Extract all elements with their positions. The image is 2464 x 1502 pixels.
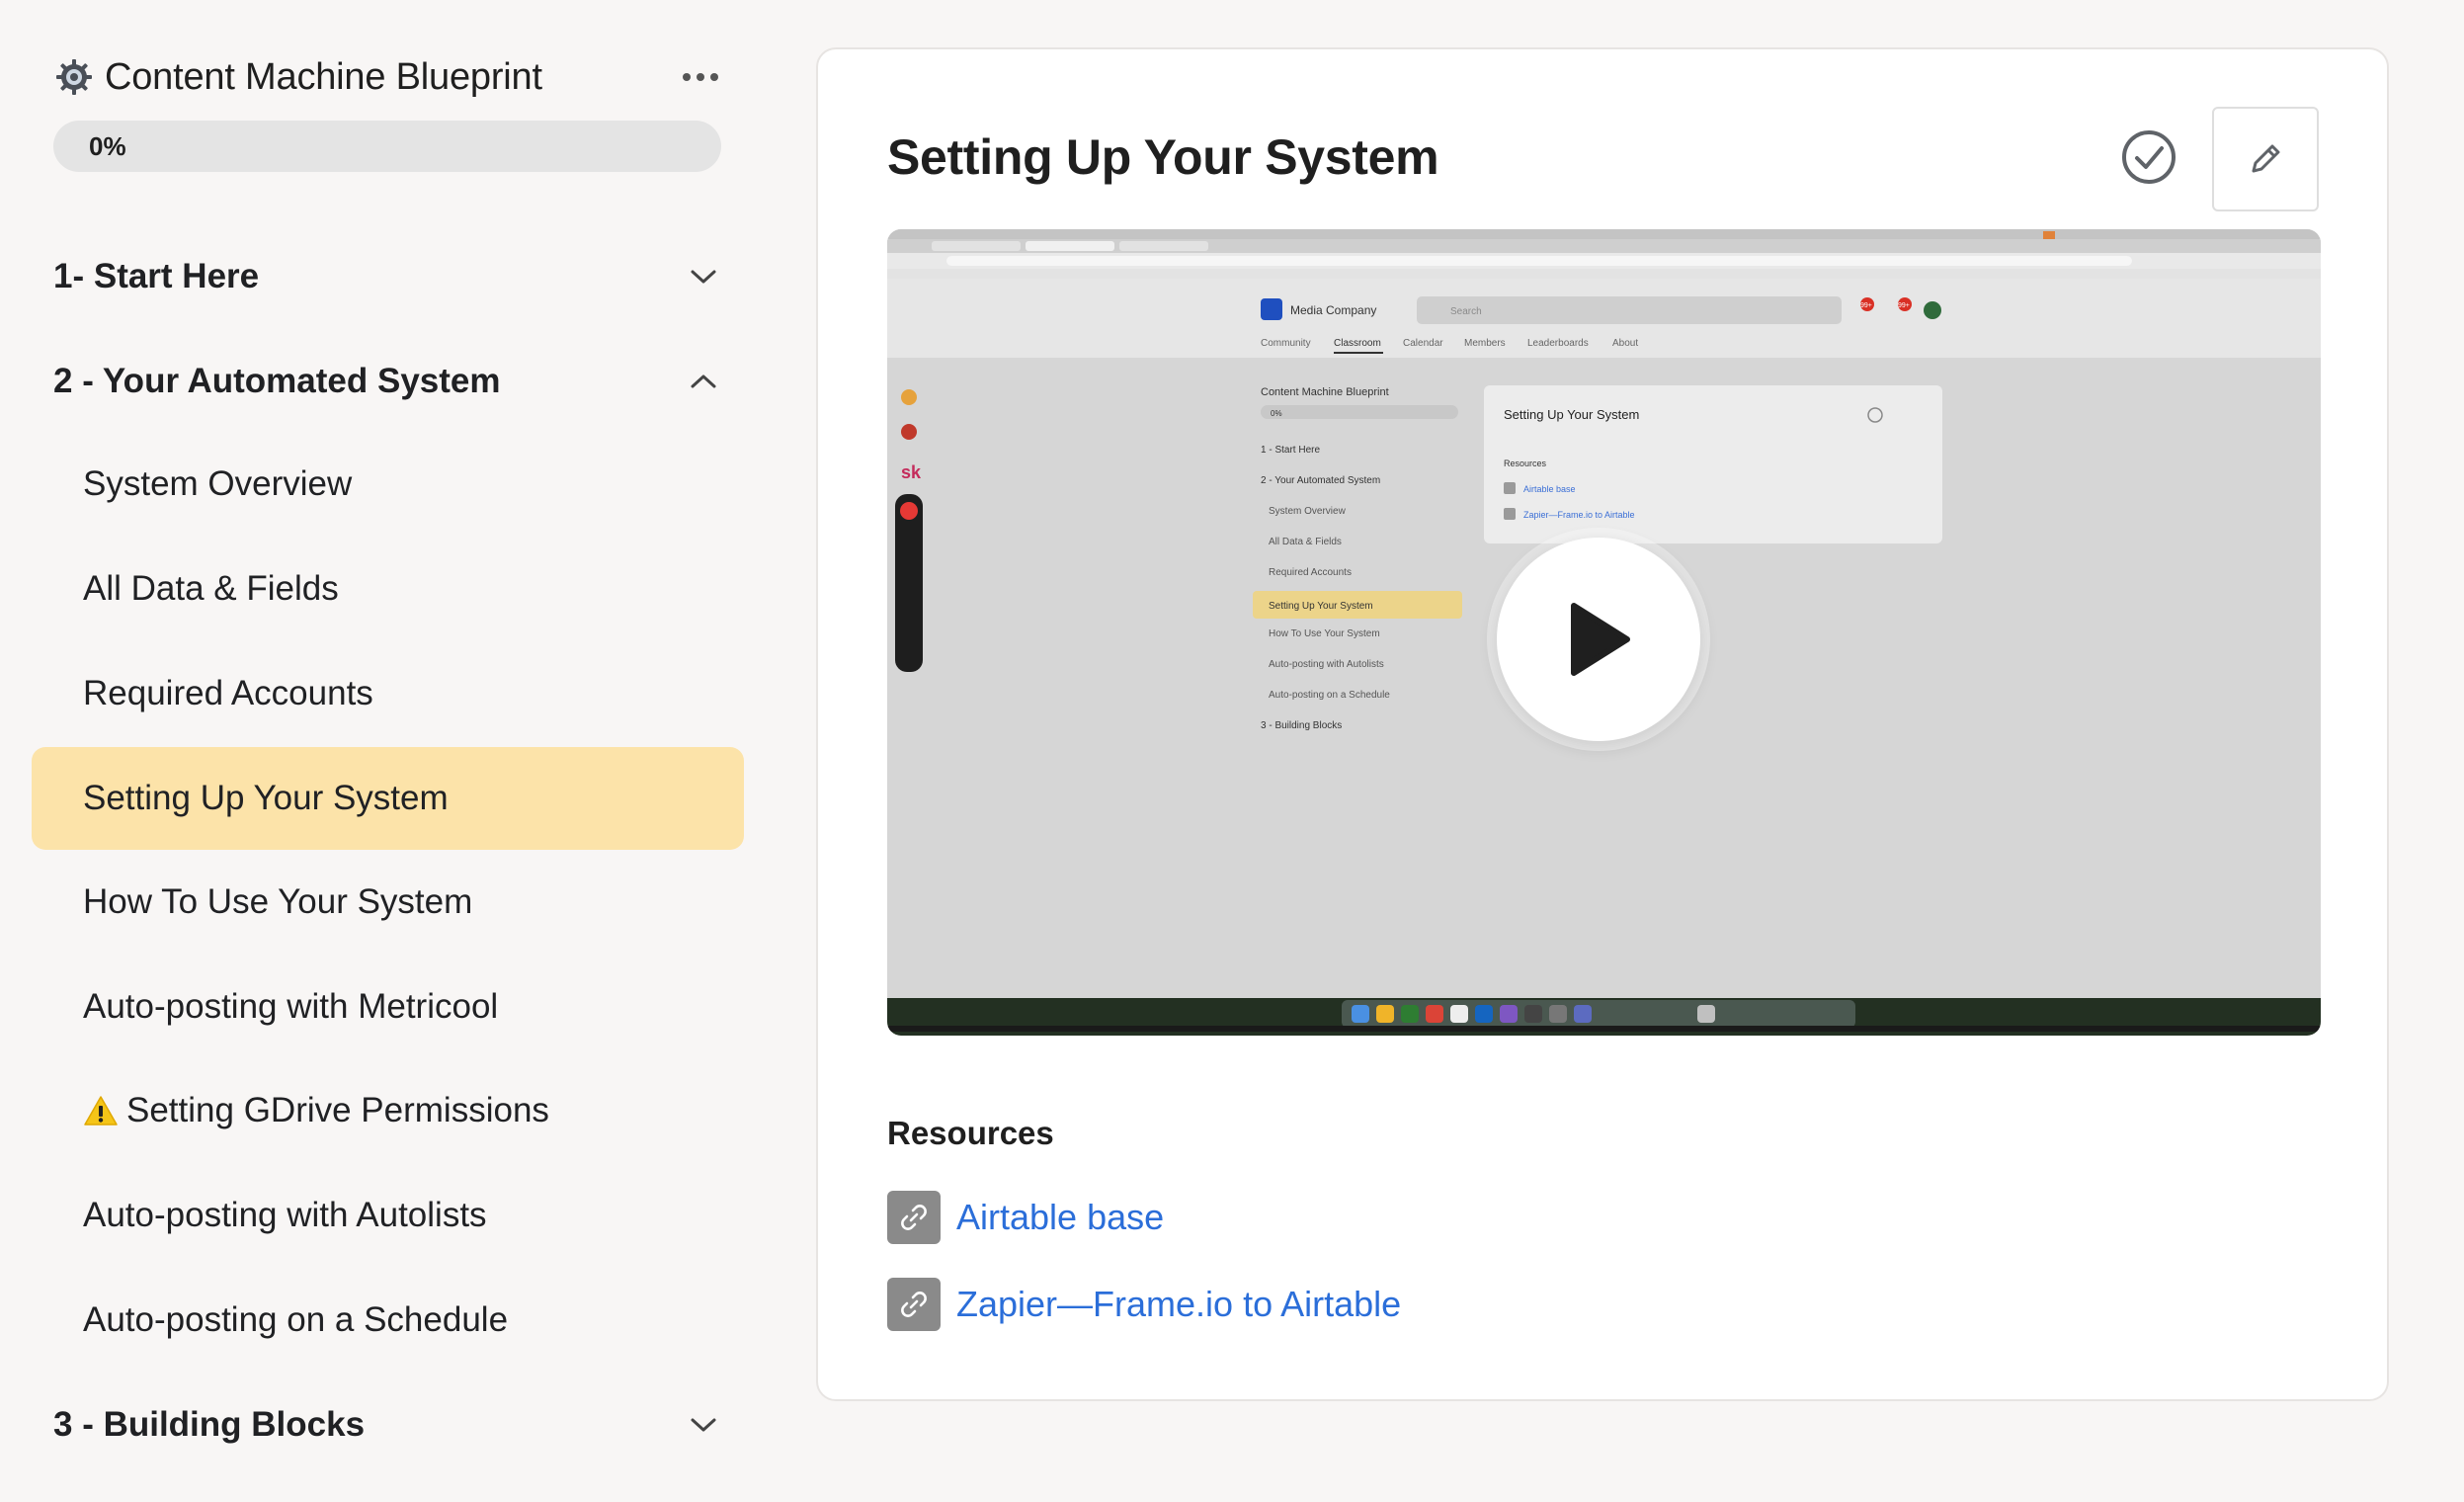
svg-text:How To Use Your System: How To Use Your System bbox=[1269, 628, 1380, 639]
module-title: 1- Start Here bbox=[53, 257, 260, 295]
svg-text:sk: sk bbox=[901, 462, 922, 482]
pencil-icon bbox=[2252, 144, 2280, 173]
lesson-label: Setting Up Your System bbox=[83, 779, 449, 817]
svg-text:Content Machine Blueprint: Content Machine Blueprint bbox=[1261, 386, 1389, 398]
svg-text:Setting Up Your System: Setting Up Your System bbox=[1269, 601, 1373, 612]
svg-text:Resources: Resources bbox=[1504, 459, 1547, 468]
svg-text:Required Accounts: Required Accounts bbox=[1269, 567, 1352, 578]
module-building-blocks[interactable]: 3 - Building Blocks bbox=[53, 1390, 721, 1460]
lesson-system-overview[interactable]: System Overview bbox=[32, 433, 744, 536]
svg-text:Zapier—Frame.io to Airtable: Zapier—Frame.io to Airtable bbox=[1523, 510, 1635, 520]
resource-link[interactable]: Airtable base bbox=[956, 1197, 1164, 1238]
course-title: Content Machine Blueprint bbox=[105, 55, 542, 98]
course-header: Content Machine Blueprint bbox=[53, 49, 725, 105]
svg-text:Search: Search bbox=[1450, 306, 1482, 317]
progress-label: 0% bbox=[89, 131, 126, 161]
svg-text:About: About bbox=[1612, 338, 1638, 349]
lesson-title: Setting Up Your System bbox=[887, 129, 1439, 185]
svg-text:3 - Building Blocks: 3 - Building Blocks bbox=[1261, 720, 1342, 731]
gear-badge-icon bbox=[53, 56, 95, 98]
svg-text:Calendar: Calendar bbox=[1403, 338, 1443, 349]
svg-text:99+: 99+ bbox=[1860, 302, 1872, 309]
lesson-label: Auto-posting with Metricool bbox=[83, 987, 499, 1026]
lesson-label: Auto-posting with Autolists bbox=[83, 1196, 487, 1234]
svg-text:99+: 99+ bbox=[1898, 302, 1910, 309]
course-sidebar: Content Machine Blueprint 0% 1- Start He… bbox=[0, 0, 771, 1502]
svg-text:Setting Up Your System: Setting Up Your System bbox=[1504, 407, 1639, 422]
resource-zapier-frameio-airtable[interactable]: Zapier—Frame.io to Airtable bbox=[887, 1277, 1401, 1332]
lesson-label: System Overview bbox=[83, 464, 353, 503]
link-icon bbox=[887, 1278, 941, 1331]
chevron-up-icon[interactable] bbox=[686, 364, 721, 399]
svg-text:Auto-posting with Autolists: Auto-posting with Autolists bbox=[1269, 659, 1384, 670]
svg-text:Leaderboards: Leaderboards bbox=[1527, 338, 1589, 349]
mark-complete-button[interactable] bbox=[2120, 128, 2177, 186]
module-your-automated-system[interactable]: 2 - Your Automated System bbox=[53, 347, 721, 416]
warning-icon bbox=[83, 1095, 119, 1126]
resources-heading: Resources bbox=[887, 1115, 1054, 1151]
lesson-label: Setting GDrive Permissions bbox=[126, 1091, 549, 1129]
check-circle-icon bbox=[2122, 130, 2176, 184]
edit-button[interactable] bbox=[2212, 107, 2319, 211]
lesson-auto-posting-metricool[interactable]: Auto-posting with Metricool bbox=[32, 956, 744, 1058]
svg-text:Community: Community bbox=[1261, 338, 1311, 349]
svg-text:1 - Start Here: 1 - Start Here bbox=[1261, 445, 1320, 456]
svg-text:Auto-posting on a Schedule: Auto-posting on a Schedule bbox=[1269, 690, 1390, 701]
chevron-down-icon[interactable] bbox=[686, 259, 721, 294]
resource-link[interactable]: Zapier—Frame.io to Airtable bbox=[956, 1284, 1401, 1325]
svg-text:0%: 0% bbox=[1271, 409, 1282, 418]
video-player[interactable]: Media Company Search 99+ 99+ Community C… bbox=[887, 229, 2321, 1036]
module-start-here[interactable]: 1- Start Here bbox=[53, 242, 721, 311]
svg-text:All Data & Fields: All Data & Fields bbox=[1269, 537, 1342, 547]
svg-text:2 - Your Automated System: 2 - Your Automated System bbox=[1261, 475, 1380, 486]
lesson-how-to-use-your-system[interactable]: How To Use Your System bbox=[32, 851, 744, 954]
lesson-required-accounts[interactable]: Required Accounts bbox=[32, 642, 744, 745]
svg-text:Classroom: Classroom bbox=[1334, 338, 1381, 349]
lesson-setting-gdrive-permissions[interactable]: Setting GDrive Permissions bbox=[32, 1059, 744, 1162]
resource-airtable-base[interactable]: Airtable base bbox=[887, 1190, 1164, 1245]
more-horizontal-icon bbox=[683, 73, 718, 81]
chevron-down-icon[interactable] bbox=[686, 1407, 721, 1443]
lesson-auto-posting-autolists[interactable]: Auto-posting with Autolists bbox=[32, 1164, 744, 1267]
play-button[interactable] bbox=[1497, 538, 1700, 741]
link-icon bbox=[887, 1191, 941, 1244]
svg-text:Airtable base: Airtable base bbox=[1523, 484, 1576, 494]
lesson-label: Auto-posting on a Schedule bbox=[83, 1300, 509, 1339]
module-title: 2 - Your Automated System bbox=[53, 362, 501, 400]
svg-text:Members: Members bbox=[1464, 338, 1506, 349]
lesson-content-card: Setting Up Your System Media Company Sea… bbox=[816, 47, 2389, 1401]
thumb-brand: Media Company bbox=[1290, 303, 1376, 317]
module-title: 3 - Building Blocks bbox=[53, 1405, 366, 1444]
lesson-auto-posting-schedule[interactable]: Auto-posting on a Schedule bbox=[32, 1269, 744, 1372]
svg-text:System Overview: System Overview bbox=[1269, 506, 1347, 517]
lesson-setting-up-your-system[interactable]: Setting Up Your System bbox=[32, 747, 744, 850]
lesson-label: All Data & Fields bbox=[83, 569, 339, 608]
lesson-all-data-fields[interactable]: All Data & Fields bbox=[32, 538, 744, 640]
lesson-label: Required Accounts bbox=[83, 674, 373, 712]
course-progress-bar: 0% bbox=[53, 121, 721, 172]
more-options-button[interactable] bbox=[676, 57, 725, 97]
lesson-label: How To Use Your System bbox=[83, 882, 473, 921]
play-icon bbox=[1571, 603, 1630, 676]
